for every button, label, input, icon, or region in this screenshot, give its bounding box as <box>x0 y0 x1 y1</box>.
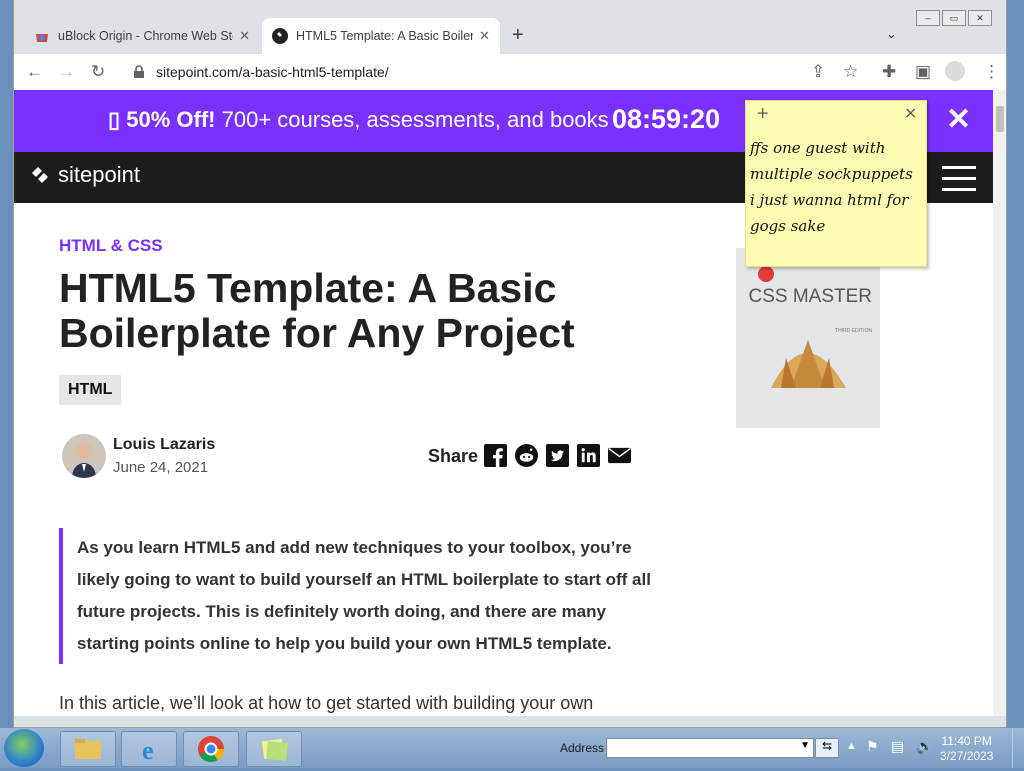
email-icon[interactable] <box>608 444 631 467</box>
svg-text:e: e <box>142 736 154 765</box>
new-tab-icon[interactable]: + <box>512 24 524 47</box>
reload-icon[interactable]: ↻ <box>91 62 105 82</box>
start-button[interactable] <box>4 729 44 767</box>
share-page-icon[interactable]: ⇪ <box>811 62 825 82</box>
lock-icon[interactable] <box>132 65 146 79</box>
maximize-button[interactable]: ▭ <box>942 10 966 26</box>
sticky-note-text[interactable]: ffs one guest with multiple sockpuppets … <box>750 135 922 239</box>
close-window-button[interactable]: ✕ <box>968 10 992 26</box>
window-controls: – ▭ ✕ <box>916 10 994 26</box>
taskbar-ie[interactable]: e <box>121 731 177 767</box>
minimize-button[interactable]: – <box>916 10 940 26</box>
reddit-icon[interactable] <box>515 444 538 467</box>
share-label: Share <box>428 446 479 466</box>
book-edition: THIRD EDITION <box>835 328 872 334</box>
extensions-icon[interactable]: ✚ <box>882 62 896 82</box>
web-page: ▯ 50% Off! 700+ courses, assessments, an… <box>14 90 993 716</box>
vertical-scrollbar[interactable] <box>993 90 1006 716</box>
tab-sitepoint[interactable]: HTML5 Template: A Basic Boilerplate for … <box>262 18 500 54</box>
sticky-notes-icon <box>261 738 288 761</box>
author-photo <box>62 434 106 478</box>
folder-icon <box>75 739 101 759</box>
dropdown-arrow-icon[interactable]: ▼ <box>800 740 810 751</box>
promo-text: ▯ 50% Off! 700+ courses, assessments, an… <box>108 107 609 133</box>
close-note-icon[interactable]: × <box>904 103 917 122</box>
clock-time: 11:40 PM <box>941 734 992 748</box>
action-center-flag-icon[interactable]: ⚑ <box>866 738 879 755</box>
go-icon[interactable]: ⇆ <box>815 738 839 758</box>
promo-description: 700+ courses, assessments, and books <box>221 107 609 132</box>
show-desktop-button[interactable] <box>1012 729 1024 768</box>
article-title: HTML5 Template: A Basic Boilerplate for … <box>59 265 575 356</box>
taskbar-explorer[interactable] <box>60 731 116 767</box>
sitepoint-favicon-icon <box>272 28 288 44</box>
taskbar-sticky-notes[interactable] <box>246 731 302 767</box>
side-panel-icon[interactable]: ▣ <box>915 62 931 82</box>
facebook-icon[interactable] <box>484 444 507 467</box>
promo-countdown: 08:59:20 <box>612 104 721 134</box>
twitter-icon[interactable] <box>546 444 569 467</box>
share-icons <box>484 444 639 467</box>
bookmark-star-icon[interactable]: ☆ <box>843 62 858 82</box>
network-icon[interactable]: ▤ <box>891 738 904 755</box>
address-toolbar-input[interactable]: ▼ <box>606 738 814 758</box>
article-intro: In this article, we’ll look at how to ge… <box>59 693 594 713</box>
system-clock[interactable]: 11:40 PM 3/27/2023 <box>940 734 993 764</box>
tab-search-icon[interactable]: ⌄ <box>886 26 897 42</box>
tab-title: HTML5 Template: A Basic Boilerplate for … <box>296 29 474 43</box>
article-lead: As you learn HTML5 and add new technique… <box>59 528 657 664</box>
address-bar[interactable]: sitepoint.com/a-basic-html5-template/ <box>122 58 872 86</box>
promo-icon: ▯ <box>108 107 121 132</box>
tab-ublock[interactable]: uBlock Origin - Chrome Web Store ✕ <box>24 18 260 54</box>
webstore-icon <box>36 34 48 42</box>
clock-date: 3/27/2023 <box>940 749 994 763</box>
address-toolbar-label: Address <box>560 741 605 755</box>
scrollbar-thumb[interactable] <box>996 106 1004 132</box>
chrome-icon <box>198 736 225 763</box>
volume-muted-icon[interactable]: 🔈 <box>916 738 933 755</box>
back-icon[interactable]: ← <box>26 62 43 82</box>
linkedin-icon[interactable] <box>577 444 600 467</box>
author-name[interactable]: Louis Lazaris <box>113 436 215 454</box>
book-title: CSS MASTER <box>748 286 872 307</box>
show-hidden-icons-icon[interactable]: ▲ <box>846 740 857 752</box>
promo-discount: 50% Off! <box>126 107 216 132</box>
author-avatar[interactable] <box>62 434 106 478</box>
close-tab-icon[interactable]: ✕ <box>479 28 490 44</box>
internet-explorer-icon: e <box>142 736 154 765</box>
close-promo-icon[interactable]: ✕ <box>946 102 971 137</box>
article-tag[interactable]: HTML <box>59 375 122 405</box>
taskbar-chrome[interactable] <box>183 731 239 767</box>
tab-title: uBlock Origin - Chrome Web Store <box>58 29 234 43</box>
sticky-note[interactable]: + × ffs one guest with multiple sockpupp… <box>745 100 927 267</box>
publish-date: June 24, 2021 <box>113 459 209 476</box>
profile-avatar[interactable] <box>945 61 965 81</box>
url-text: sitepoint.com/a-basic-html5-template/ <box>156 64 389 80</box>
sitepoint-logo-icon <box>32 165 48 185</box>
add-note-icon[interactable]: + <box>756 103 769 122</box>
article-category[interactable]: HTML & CSS <box>59 236 163 256</box>
book-ad[interactable]: CSS MASTER THIRD EDITION <box>736 248 880 428</box>
forward-icon[interactable]: → <box>58 62 75 82</box>
hamburger-menu-icon[interactable] <box>942 166 976 199</box>
close-tab-icon[interactable]: ✕ <box>239 28 250 44</box>
sitepoint-logo[interactable]: sitepoint <box>28 162 140 188</box>
menu-kebab-icon[interactable]: ⋮ <box>983 62 1000 82</box>
logo-text: sitepoint <box>58 162 140 187</box>
book-cover-art <box>736 248 880 428</box>
